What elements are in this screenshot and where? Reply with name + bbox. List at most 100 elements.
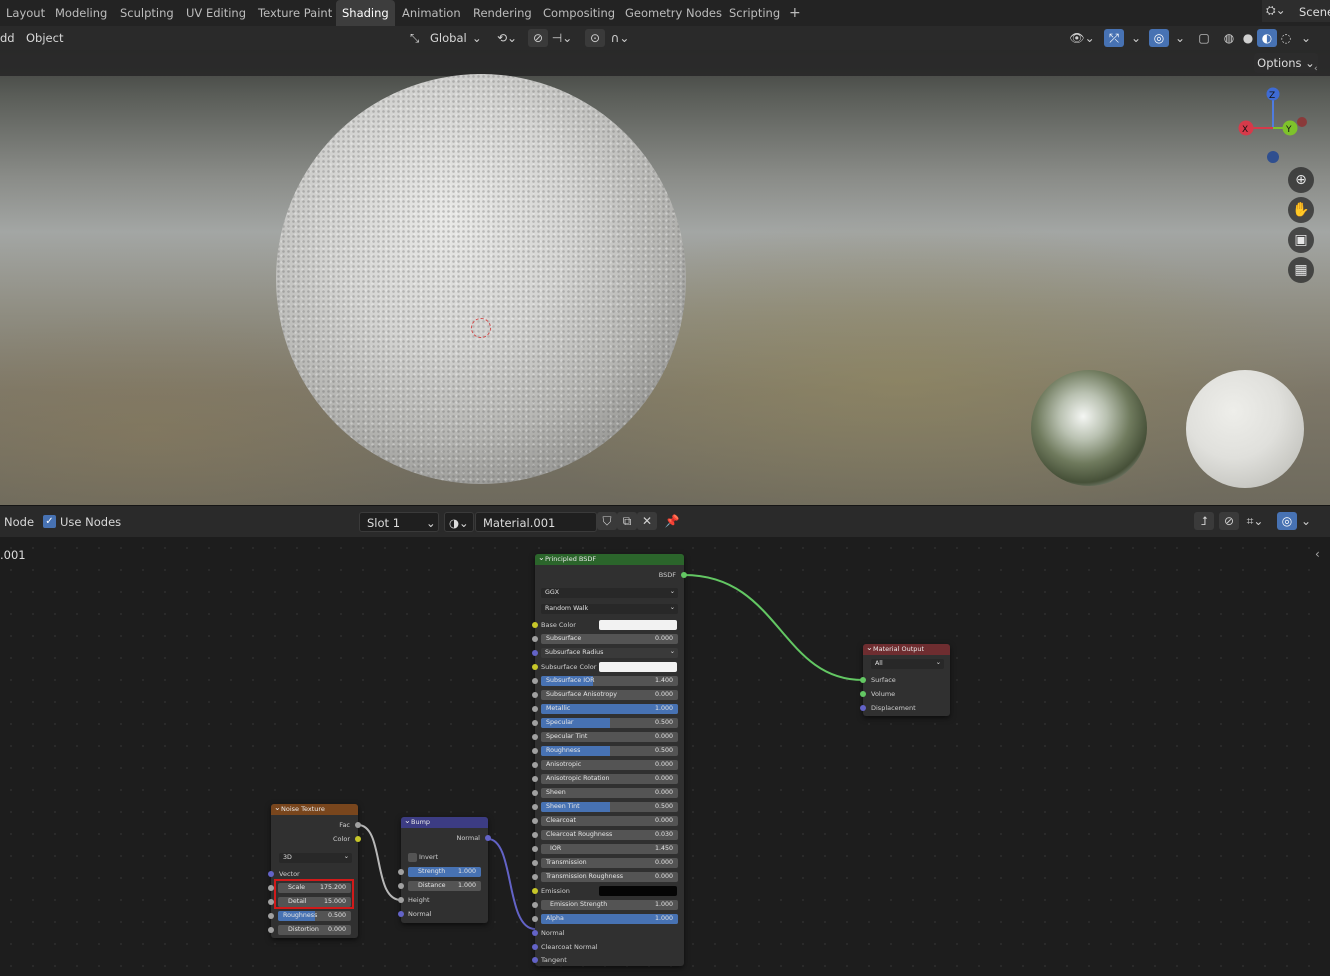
- socket-displacement[interactable]: [860, 705, 866, 711]
- slot-dropdown[interactable]: Slot 1 ⌄: [359, 512, 439, 532]
- ior-field[interactable]: IOR 1.450: [541, 844, 678, 854]
- socket-color[interactable]: [355, 836, 361, 842]
- add-menu[interactable]: dd: [0, 29, 15, 47]
- specular-field[interactable]: Specular 0.500: [541, 718, 678, 728]
- snap-toggle-icon[interactable]: ⊘: [1219, 512, 1239, 530]
- socket-base-color[interactable]: [532, 622, 538, 628]
- subsurface-field[interactable]: Subsurface 0.000: [541, 634, 678, 644]
- strength-field[interactable]: Strength 1.000: [408, 867, 481, 877]
- socket-height[interactable]: [398, 897, 404, 903]
- snap-element-icon[interactable]: ⌗⌄: [1240, 512, 1270, 530]
- socket-clearcoat-roughness[interactable]: [532, 832, 538, 838]
- roughness-field[interactable]: Roughness 0.500: [278, 911, 351, 921]
- base-color-swatch[interactable]: [599, 620, 677, 630]
- overlays-toggle-icon[interactable]: ◎: [1149, 29, 1169, 47]
- socket-specular-tint[interactable]: [532, 734, 538, 740]
- tab-uv-editing[interactable]: UV Editing: [180, 0, 252, 26]
- snap-target-icon[interactable]: ⊣⌄: [548, 29, 576, 47]
- pan-hand-icon[interactable]: ✋: [1288, 197, 1314, 223]
- socket-alpha[interactable]: [532, 916, 538, 922]
- transmission-roughness-field[interactable]: Transmission Roughness 0.000: [541, 872, 678, 882]
- tab-rendering[interactable]: Rendering: [467, 0, 538, 26]
- principled-bsdf-title[interactable]: Principled BSDF: [535, 552, 684, 565]
- subsurface-anisotropy-field[interactable]: Subsurface Anisotropy 0.000: [541, 690, 678, 700]
- node-editor-canvas[interactable]: .001 ‹ Noise Texture Fac Color 3D ⌄ Vect…: [0, 537, 1330, 976]
- tab-texture-paint[interactable]: Texture Paint: [252, 0, 338, 26]
- socket-sheen-tint[interactable]: [532, 804, 538, 810]
- tab-animation[interactable]: Animation: [396, 0, 467, 26]
- socket-distortion[interactable]: [268, 927, 274, 933]
- socket-transmission-roughness[interactable]: [532, 874, 538, 880]
- clearcoat-roughness-field[interactable]: Clearcoat Roughness 0.030: [541, 830, 678, 840]
- tab-sculpting[interactable]: Sculpting: [114, 0, 180, 26]
- socket-strength[interactable]: [398, 869, 404, 875]
- sheen-tint-field[interactable]: Sheen Tint 0.500: [541, 802, 678, 812]
- 3d-viewport[interactable]: Options ⌄ ‹ Z Y X ⊕ ✋ ▣ ▦: [0, 50, 1330, 505]
- distance-field[interactable]: Distance 1.000: [408, 881, 481, 891]
- anisotropic-field[interactable]: Anisotropic 0.000: [541, 760, 678, 770]
- socket-anisotropic[interactable]: [532, 762, 538, 768]
- socket-metallic[interactable]: [532, 706, 538, 712]
- alpha-field[interactable]: Alpha 1.000: [541, 914, 678, 924]
- overlays-toggle-icon[interactable]: ◎: [1277, 512, 1297, 530]
- metallic-field[interactable]: Metallic 1.000: [541, 704, 678, 714]
- material-output-node[interactable]: Material Output All ⌄ Surface Volume Dis…: [860, 642, 950, 716]
- chevron-down-icon[interactable]: ⌄: [1170, 29, 1190, 47]
- socket-clearcoat-normal[interactable]: [532, 944, 538, 950]
- rendered-shading-icon[interactable]: ◌: [1276, 29, 1296, 47]
- transform-orientation-dropdown[interactable]: ⤡ Global ⌄: [408, 29, 486, 47]
- tab-scripting[interactable]: Scripting: [723, 0, 786, 26]
- tab-geometry-nodes[interactable]: Geometry Nodes: [619, 0, 728, 26]
- socket-distance[interactable]: [398, 883, 404, 889]
- material-preview-shading-icon[interactable]: ◐: [1257, 29, 1277, 47]
- solid-shading-icon[interactable]: ●: [1238, 29, 1258, 47]
- gizmo-neg-x-axis[interactable]: [1297, 117, 1307, 127]
- pin-icon[interactable]: 📌: [662, 512, 682, 530]
- tab-compositing[interactable]: Compositing: [537, 0, 621, 26]
- tab-layout[interactable]: Layout: [0, 0, 51, 26]
- gizmo-toggle-icon[interactable]: ⤱: [1104, 29, 1124, 47]
- socket-volume[interactable]: [860, 691, 866, 697]
- roughness-field[interactable]: Roughness 0.500: [541, 746, 678, 756]
- sidebar-toggle-icon[interactable]: ‹: [1314, 64, 1318, 74]
- gizmo-neg-z-axis[interactable]: [1267, 151, 1279, 163]
- shading-options-icon[interactable]: ⌄: [1296, 29, 1316, 47]
- wireframe-shading-icon[interactable]: ◍: [1219, 29, 1239, 47]
- socket-normal[interactable]: [532, 930, 538, 936]
- socket-emission-strength[interactable]: [532, 902, 538, 908]
- socket-subsurface-radius[interactable]: [532, 650, 538, 656]
- unlink-material-icon[interactable]: ✕: [637, 512, 657, 530]
- add-workspace-button[interactable]: +: [783, 0, 807, 26]
- material-browse-button[interactable]: ◑⌄: [444, 512, 474, 532]
- socket-roughness[interactable]: [532, 748, 538, 754]
- socket-fac[interactable]: [355, 822, 361, 828]
- pivot-point-icon[interactable]: ⟲⌄: [494, 29, 520, 47]
- emission-strength-field[interactable]: Emission Strength 1.000: [541, 900, 678, 910]
- socket-bump-normal-in[interactable]: [398, 911, 404, 917]
- tab-shading[interactable]: Shading: [336, 0, 395, 26]
- xray-toggle-icon[interactable]: ▢: [1194, 29, 1214, 47]
- output-target-dropdown[interactable]: All ⌄: [871, 659, 944, 669]
- parent-node-tree-icon[interactable]: ⮥: [1194, 512, 1214, 530]
- scene-selector[interactable]: ⛭⌄ Scene: [1262, 0, 1330, 22]
- sheen-field[interactable]: Sheen 0.000: [541, 788, 678, 798]
- options-dropdown[interactable]: Options ⌄: [1254, 53, 1318, 73]
- chevron-down-icon[interactable]: ⌄: [1296, 512, 1316, 530]
- distribution-dropdown[interactable]: GGX ⌄: [541, 588, 678, 598]
- perspective-grid-icon[interactable]: ▦: [1288, 257, 1314, 283]
- falloff-curve-icon[interactable]: ∩⌄: [605, 29, 635, 47]
- specular-tint-field[interactable]: Specular Tint 0.000: [541, 732, 678, 742]
- camera-icon[interactable]: ▣: [1288, 227, 1314, 253]
- socket-subsurface-color[interactable]: [532, 664, 538, 670]
- visibility-icon[interactable]: 👁⌄: [1068, 29, 1096, 47]
- socket-specular[interactable]: [532, 720, 538, 726]
- socket-anisotropic-rotation[interactable]: [532, 776, 538, 782]
- invert-checkbox[interactable]: [408, 853, 417, 862]
- zoom-icon[interactable]: ⊕: [1288, 167, 1314, 193]
- socket-roughness[interactable]: [268, 913, 274, 919]
- chevron-down-icon[interactable]: ⌄: [1126, 29, 1146, 47]
- noise-texture-node[interactable]: Noise Texture Fac Color 3D ⌄ Vector Scal…: [268, 802, 361, 938]
- material-output-title[interactable]: Material Output: [863, 642, 950, 655]
- emission-color-swatch[interactable]: [599, 886, 677, 896]
- subsurface-method-dropdown[interactable]: Random Walk ⌄: [541, 604, 678, 614]
